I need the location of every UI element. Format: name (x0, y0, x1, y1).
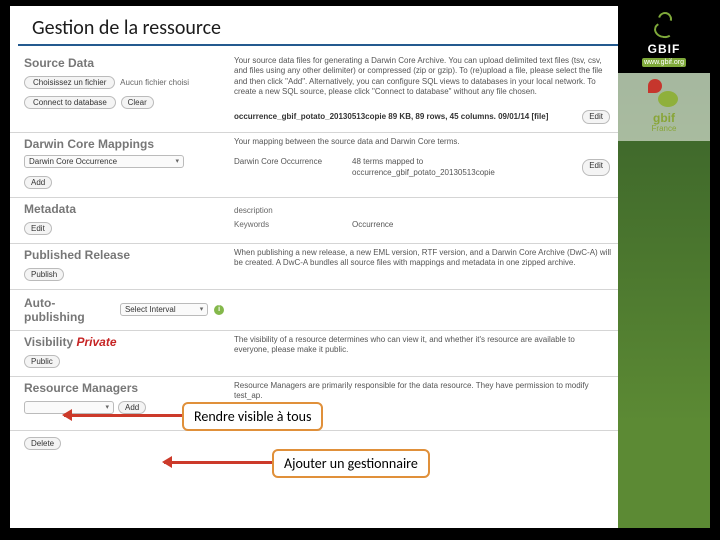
source-file-info: occurrence_gbif_potato_20130513copie 89 … (234, 112, 548, 122)
dwc-add-button[interactable]: Add (24, 176, 52, 189)
info-icon[interactable]: i (214, 305, 224, 315)
section-metadata: Metadata Edit description Keywords Occur… (10, 197, 626, 243)
source-data-desc: Your source data files for generating a … (234, 56, 612, 98)
autopub-heading: Auto-publishing (24, 296, 114, 324)
gbif-france-logo: gbif France (618, 73, 710, 141)
section-source-data: Source Data Choisissez un fichier Aucun … (10, 52, 626, 132)
gbif-text: GBIF (622, 42, 706, 56)
clear-button[interactable]: Clear (121, 96, 154, 109)
dwc-heading: Darwin Core Mappings (24, 137, 224, 151)
managers-heading: Resource Managers (24, 381, 224, 395)
autopub-select[interactable]: Select Interval (120, 303, 208, 316)
metadata-keywords-label: Keywords (234, 220, 344, 230)
visibility-desc: The visibility of a resource determines … (234, 335, 612, 356)
metadata-edit-button[interactable]: Edit (24, 222, 52, 235)
dwc-edit-button[interactable]: Edit (582, 159, 610, 176)
metadata-desc-label: description (234, 206, 344, 216)
metadata-heading: Metadata (24, 202, 224, 216)
sidebar: GBIF www.gbif.org gbif France (618, 6, 710, 528)
gbif-swirl-icon (650, 12, 678, 40)
page-title: Gestion de la ressource (18, 6, 618, 46)
arrow-managers (164, 461, 274, 464)
section-visibility: Visibility Private Public The visibility… (10, 330, 626, 376)
gbif-logo: GBIF www.gbif.org (618, 6, 710, 73)
choose-file-button[interactable]: Choisissez un fichier (24, 76, 115, 89)
source-edit-button[interactable]: Edit (582, 110, 610, 124)
metadata-keywords-value: Occurrence (352, 220, 393, 230)
visibility-heading: Visibility Private (24, 335, 224, 349)
section-auto-publishing: Auto-publishing Select Interval i (10, 289, 626, 330)
published-desc: When publishing a new release, a new EML… (234, 248, 612, 269)
delete-button[interactable]: Delete (24, 437, 61, 450)
published-heading: Published Release (24, 248, 224, 262)
dwc-desc: Your mapping between the source data and… (234, 137, 612, 147)
publish-button[interactable]: Publish (24, 268, 64, 281)
managers-desc: Resource Managers are primarily responsi… (234, 381, 612, 402)
dwc-mapped-info: 48 terms mapped to occurrence_gbif_potat… (352, 157, 532, 178)
dwc-mapped-label: Darwin Core Occurrence (234, 157, 322, 178)
gbif-fr-icon (644, 79, 684, 109)
section-published: Published Release Publish When publishin… (10, 243, 626, 289)
callout-visibility: Rendre visible à tous (182, 402, 323, 431)
source-data-heading: Source Data (24, 56, 224, 70)
dwc-select[interactable]: Darwin Core Occurrence (24, 155, 184, 168)
no-file-label: Aucun fichier choisi (120, 78, 189, 87)
gbif-url: www.gbif.org (642, 58, 686, 67)
connect-db-button[interactable]: Connect to database (24, 96, 116, 109)
visibility-status: Private (76, 335, 116, 349)
section-dwc-mappings: Darwin Core Mappings Darwin Core Occurre… (10, 132, 626, 197)
gbif-fr-text: gbif (653, 111, 675, 125)
callout-managers: Ajouter un gestionnaire (272, 449, 430, 478)
arrow-visibility (64, 414, 184, 417)
gbif-fr-sub: France (622, 124, 706, 133)
visibility-public-button[interactable]: Public (24, 355, 60, 368)
managers-add-button[interactable]: Add (118, 401, 146, 414)
